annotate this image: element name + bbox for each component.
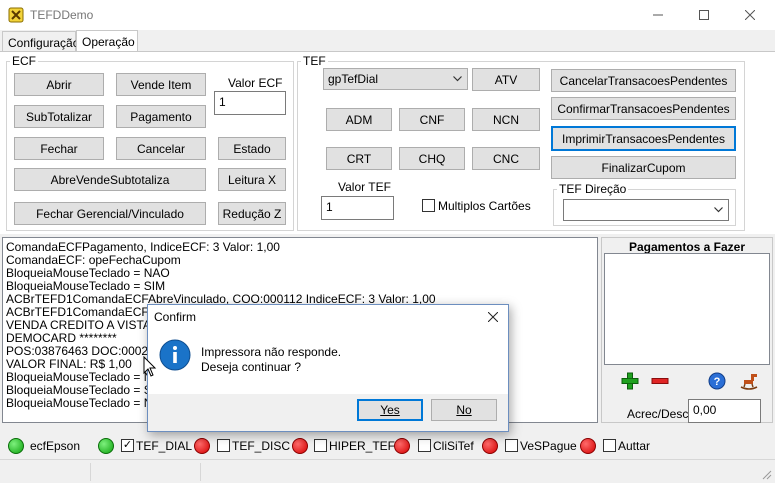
payments-panel: Pagamentos a Fazer ? Acrec/Desc 0,00 (601, 237, 773, 423)
close-icon (488, 312, 498, 322)
status-led-icon (292, 438, 308, 454)
fechar-gerencial-button[interactable]: Fechar Gerencial/Vinculado (14, 202, 206, 225)
dialog-title-bar: Confirm (148, 305, 508, 328)
maximize-icon (699, 10, 709, 20)
status-label: CliSiTef (433, 439, 474, 453)
size-grip-icon[interactable] (762, 470, 772, 480)
status-checkbox[interactable] (505, 439, 518, 452)
rocking-horse-icon (740, 374, 758, 390)
valor-tef-input[interactable]: 1 (321, 196, 394, 220)
status-checkbox[interactable] (217, 439, 230, 452)
status-led-icon (98, 438, 114, 454)
info-icon (159, 339, 191, 371)
payments-title: Pagamentos a Fazer (628, 240, 746, 254)
help-icon: ? (708, 372, 726, 390)
imprimir-pendentes-button[interactable]: ImprimirTransacoesPendentes (551, 126, 736, 151)
chevron-down-icon (453, 76, 462, 82)
tef-group-label: TEF (301, 54, 328, 68)
remove-payment-button[interactable] (649, 371, 671, 391)
tab-configuracao[interactable]: Configuração (2, 31, 79, 52)
status-bar (0, 459, 775, 483)
add-payment-button[interactable] (619, 371, 641, 391)
status-label: TEF_DIAL (136, 439, 193, 453)
abrir-button[interactable]: Abrir (14, 73, 104, 96)
window-title: TEFDDemo (30, 8, 94, 22)
finalizar-cupom-button[interactable]: FinalizarCupom (551, 156, 736, 179)
valor-tef-label: Valor TEF (338, 180, 391, 194)
title-bar: TEFDDemo (0, 0, 775, 30)
yes-button-label: Yes (380, 403, 400, 417)
status-label: Auttar (618, 439, 651, 453)
remove-icon (651, 378, 669, 384)
app-icon (8, 7, 24, 23)
status-led-icon (194, 438, 210, 454)
cancelar-button[interactable]: Cancelar (116, 137, 206, 160)
tef-direcao-select[interactable] (563, 199, 729, 221)
abre-vende-subtotaliza-button[interactable]: AbreVendeSubtotaliza (14, 168, 206, 191)
tef-direcao-label: TEF Direção (557, 182, 629, 196)
yes-button[interactable]: Yes (357, 399, 423, 421)
payments-list[interactable] (604, 253, 770, 365)
svg-text:?: ? (714, 376, 721, 388)
no-button[interactable]: No (431, 399, 497, 421)
adm-button[interactable]: ADM (326, 108, 392, 131)
ecf-group-label: ECF (10, 54, 38, 68)
status-led-icon (8, 438, 24, 454)
tab-operacao[interactable]: Operação (76, 30, 138, 52)
multiplos-cartoes-checkbox[interactable] (422, 199, 435, 212)
estado-button[interactable]: Estado (218, 137, 286, 160)
dialog-message-line1: Impressora não responde. (201, 345, 342, 359)
subtotalizar-button[interactable]: SubTotalizar (14, 105, 104, 128)
status-label: ecfEpson (30, 439, 81, 453)
fechar-button[interactable]: Fechar (14, 137, 104, 160)
status-label: VeSPague (520, 439, 577, 453)
chevron-down-icon (714, 207, 723, 213)
dialog-message-line2: Deseja continuar ? (201, 360, 302, 374)
status-led-icon (394, 438, 410, 454)
status-label: HIPER_TEF (329, 439, 396, 453)
status-checkbox[interactable] (603, 439, 616, 452)
reducao-z-button[interactable]: Redução Z (218, 202, 286, 225)
cancelar-pendentes-button[interactable]: CancelarTransacoesPendentes (551, 69, 736, 92)
cnf-button[interactable]: CNF (399, 108, 465, 131)
minimize-icon (653, 14, 663, 16)
acrec-desc-label: Acrec/Desc (627, 407, 689, 421)
close-icon (745, 10, 755, 20)
status-led-icon (482, 438, 498, 454)
atv-button[interactable]: ATV (472, 68, 540, 91)
status-checkbox[interactable]: ✓ (121, 439, 134, 452)
tef-gp-select-value: gpTefDial (328, 72, 379, 86)
valor-ecf-input[interactable]: 1 (214, 91, 286, 115)
dialog-close-button[interactable] (486, 310, 500, 324)
status-led-icon (580, 438, 596, 454)
close-button[interactable] (727, 0, 773, 30)
minimize-button[interactable] (635, 0, 681, 30)
mouse-cursor-icon (143, 356, 157, 377)
chq-button[interactable]: CHQ (399, 147, 465, 170)
status-label: TEF_DISC (232, 439, 291, 453)
status-checkbox[interactable] (314, 439, 327, 452)
dialog-title: Confirm (154, 310, 197, 324)
confirmar-pendentes-button[interactable]: ConfirmarTransacoesPendentes (551, 97, 736, 120)
rocking-horse-button[interactable] (738, 371, 760, 391)
no-button-label: No (456, 403, 472, 417)
maximize-button[interactable] (681, 0, 727, 30)
valor-ecf-label: Valor ECF (228, 76, 283, 90)
status-checkbox[interactable] (418, 439, 431, 452)
add-icon (621, 372, 639, 390)
ncn-button[interactable]: NCN (472, 108, 540, 131)
leitura-x-button[interactable]: Leitura X (218, 168, 286, 191)
status-row: ecfEpson ✓ TEF_DIAL TEF_DISC HIPER_TEF CliSiT… (0, 433, 775, 459)
dialog-body: Impressora não responde. Deseja continua… (148, 328, 508, 394)
multiplos-cartoes-label: Multiplos Cartões (438, 199, 531, 213)
vende-item-button[interactable]: Vende Item (116, 73, 206, 96)
crt-button[interactable]: CRT (326, 147, 392, 170)
pagamento-button[interactable]: Pagamento (116, 105, 206, 128)
confirm-dialog: Confirm Impressora não responde. Deseja … (147, 304, 509, 432)
acrec-desc-input[interactable]: 0,00 (688, 399, 761, 423)
tef-gp-select[interactable]: gpTefDial (323, 68, 468, 90)
cnc-button[interactable]: CNC (472, 147, 540, 170)
help-button[interactable]: ? (706, 371, 728, 391)
